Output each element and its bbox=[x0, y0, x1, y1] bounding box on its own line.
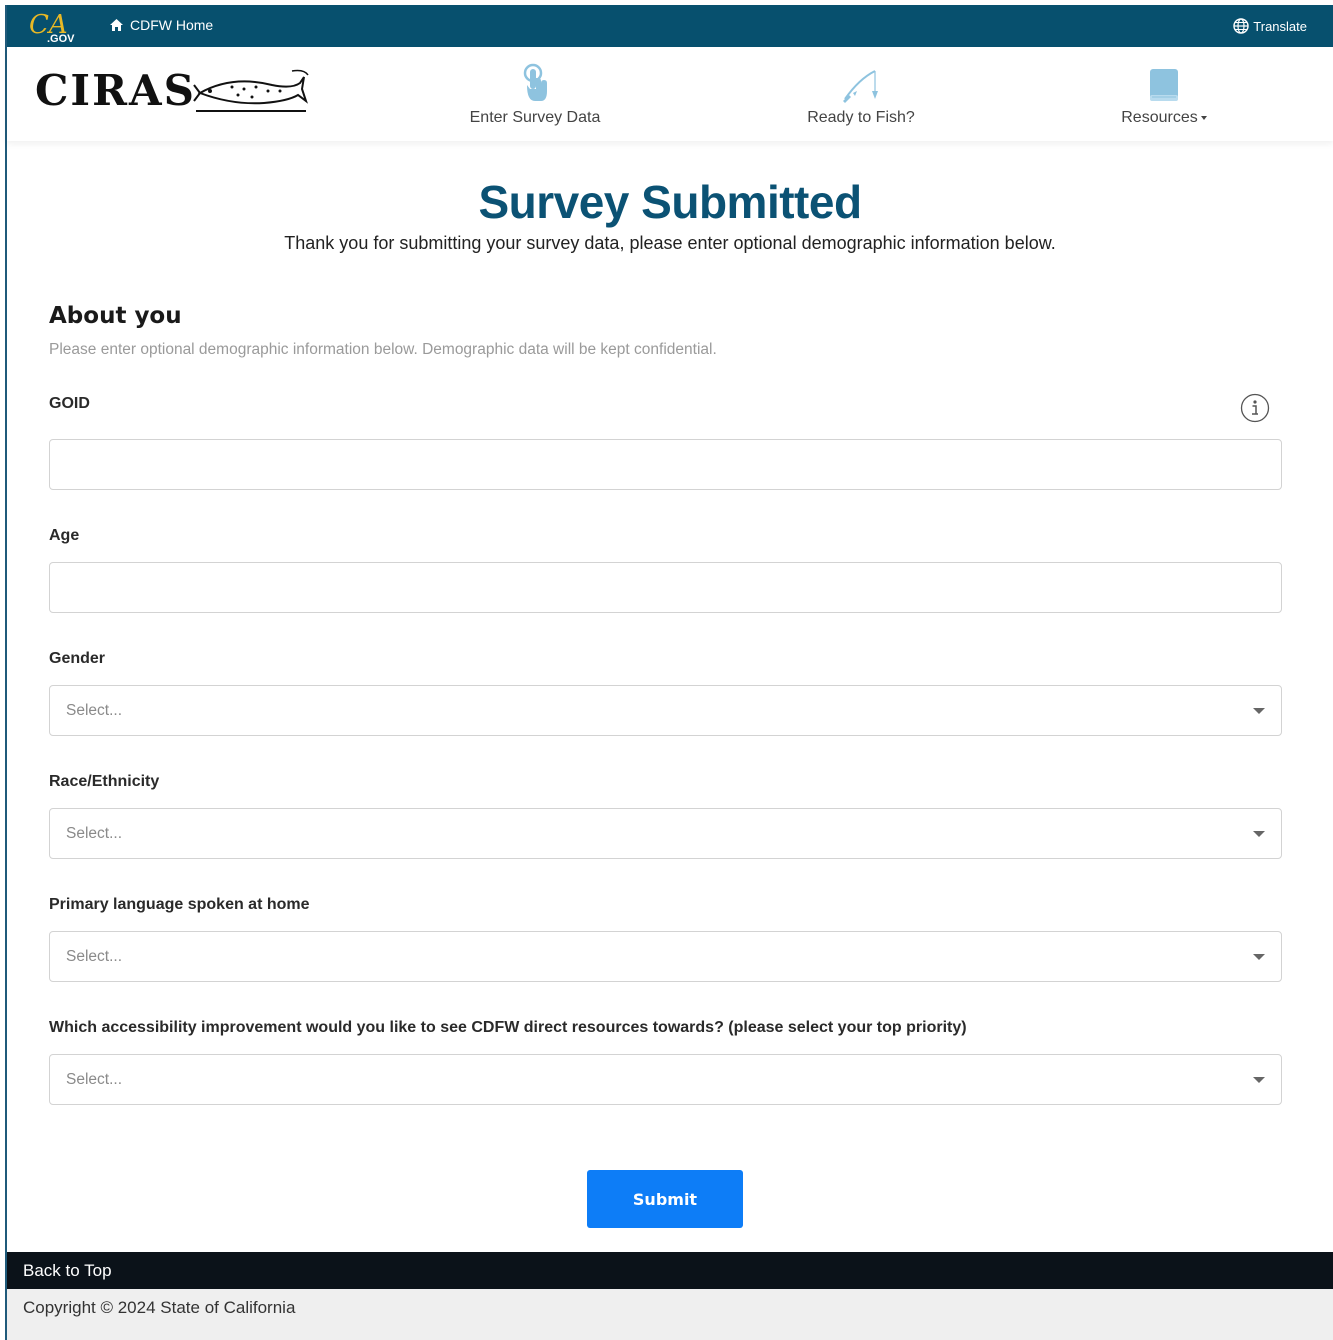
nav-resources-label: Resources bbox=[1121, 109, 1207, 127]
copyright-text: Copyright © 2024 State of California bbox=[7, 1289, 1333, 1340]
race-select-value: Select... bbox=[66, 825, 122, 842]
language-select[interactable]: Select... bbox=[49, 931, 1282, 982]
about-heading: About you bbox=[49, 303, 182, 329]
age-label: Age bbox=[49, 527, 80, 544]
page-title: Survey Submitted bbox=[478, 176, 862, 228]
fish-logo-icon bbox=[193, 69, 309, 112]
accessibility-label: Which accessibility improvement would yo… bbox=[49, 1019, 967, 1036]
ca-gov-logo[interactable]: CA .GOV bbox=[29, 9, 81, 43]
brand-text: CIRAS bbox=[35, 66, 196, 115]
ciras-logo[interactable]: CIRAS bbox=[35, 67, 310, 115]
goid-field[interactable] bbox=[49, 439, 1282, 490]
info-icon[interactable] bbox=[1240, 393, 1270, 423]
chevron-down-icon bbox=[1253, 954, 1265, 960]
page-frame: CA .GOV CDFW Home Translate CIRAS Enter … bbox=[5, 5, 1333, 1340]
gender-label: Gender bbox=[49, 650, 106, 667]
accessibility-select[interactable]: Select... bbox=[49, 1054, 1282, 1105]
svg-text:.GOV: .GOV bbox=[47, 33, 75, 43]
nav-enter-survey-data[interactable]: Enter Survey Data bbox=[445, 55, 625, 127]
about-description: Please enter optional demographic inform… bbox=[49, 341, 717, 358]
caret-down-icon bbox=[1200, 115, 1207, 120]
site-header: CIRAS Enter Survey Data Ready to Fish? R… bbox=[7, 47, 1333, 141]
top-utility-bar: CA .GOV CDFW Home Translate bbox=[7, 5, 1333, 47]
translate-button[interactable]: Translate bbox=[1233, 18, 1307, 34]
book-icon bbox=[1150, 69, 1178, 101]
translate-label: Translate bbox=[1253, 18, 1307, 34]
language-label: Primary language spoken at home bbox=[49, 896, 310, 913]
race-select[interactable]: Select... bbox=[49, 808, 1282, 859]
age-field[interactable] bbox=[49, 562, 1282, 613]
globe-icon bbox=[1233, 18, 1249, 34]
gender-select[interactable]: Select... bbox=[49, 685, 1282, 736]
back-to-top-link[interactable]: Back to Top bbox=[7, 1252, 1333, 1289]
resources-text: Resources bbox=[1121, 109, 1198, 126]
goid-label: GOID bbox=[49, 395, 90, 412]
race-label: Race/Ethnicity bbox=[49, 773, 160, 790]
age-input[interactable] bbox=[50, 563, 1281, 612]
touch-hand-icon bbox=[523, 63, 547, 101]
page-subtitle: Thank you for submitting your survey dat… bbox=[284, 233, 1056, 253]
nav-resources[interactable]: Resources bbox=[1074, 55, 1254, 127]
chevron-down-icon bbox=[1253, 708, 1265, 714]
nav-fish-label: Ready to Fish? bbox=[807, 109, 915, 126]
fishing-rod-icon bbox=[843, 70, 878, 103]
cdfw-home-label: CDFW Home bbox=[130, 17, 214, 33]
chevron-down-icon bbox=[1253, 831, 1265, 837]
gender-select-value: Select... bbox=[66, 702, 122, 719]
accessibility-select-value: Select... bbox=[66, 1071, 122, 1088]
nav-survey-label: Enter Survey Data bbox=[469, 109, 601, 126]
chevron-down-icon bbox=[1253, 1077, 1265, 1083]
submit-button[interactable]: Submit bbox=[587, 1170, 743, 1228]
goid-input[interactable] bbox=[50, 440, 1281, 489]
cdfw-home-link[interactable]: CDFW Home bbox=[109, 17, 213, 33]
language-select-value: Select... bbox=[66, 948, 122, 965]
nav-ready-to-fish[interactable]: Ready to Fish? bbox=[771, 55, 951, 127]
home-icon bbox=[110, 19, 123, 31]
